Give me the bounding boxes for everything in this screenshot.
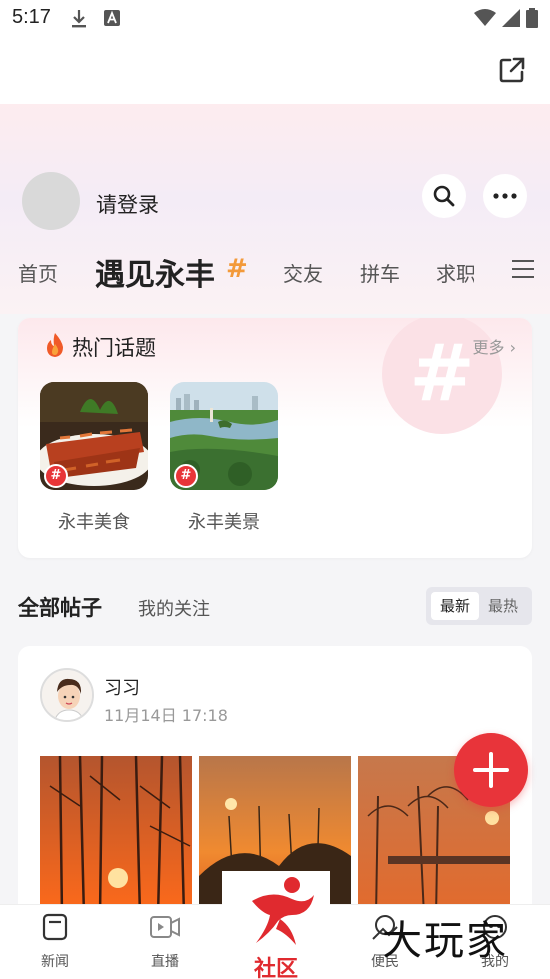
hashtag-icon: # xyxy=(226,254,248,284)
nav-label: 直播 xyxy=(151,954,179,970)
sort-newest-button[interactable]: 最新 xyxy=(431,592,479,620)
hot-topics-card: # 热门话题 更多 › # 永丰美食 # 永丰美景 xyxy=(18,318,532,558)
a-icon xyxy=(104,10,120,26)
create-post-button[interactable] xyxy=(454,733,528,807)
user-avatar[interactable] xyxy=(22,172,80,230)
tab-all-posts[interactable]: 全部帖子 xyxy=(18,592,102,622)
community-logo-icon xyxy=(252,877,314,945)
topic-item[interactable]: # 永丰美食 xyxy=(40,382,148,534)
video-icon xyxy=(150,916,180,938)
nav-community[interactable]: 社区 xyxy=(222,871,330,979)
hashtag-badge-icon: # xyxy=(44,464,68,488)
sort-toggle: 最新 最热 xyxy=(426,587,532,625)
nav-label: 新闻 xyxy=(41,954,69,970)
status-time: 5:17 xyxy=(12,6,51,28)
menu-icon[interactable] xyxy=(512,260,534,280)
download-icon xyxy=(72,10,86,28)
ellipsis-icon xyxy=(493,193,517,199)
hot-topics-title: 热门话题 xyxy=(72,336,156,360)
search-icon xyxy=(433,185,455,207)
tab-jobs[interactable]: 求职 xyxy=(436,258,474,287)
posts-header: 全部帖子 我的关注 最新 最热 xyxy=(0,586,550,626)
topic-item[interactable]: # 永丰美景 xyxy=(170,382,278,534)
tab-carpool[interactable]: 拼车 xyxy=(360,258,400,287)
signal-icon xyxy=(502,9,520,27)
author-name[interactable]: 习习 xyxy=(104,674,140,700)
post-image[interactable] xyxy=(40,756,192,916)
tab-my-follows[interactable]: 我的关注 xyxy=(138,595,210,621)
hashtag-badge-icon: # xyxy=(174,464,198,488)
search-button[interactable] xyxy=(422,174,466,218)
sunset-image xyxy=(40,756,192,916)
news-icon xyxy=(42,913,68,941)
top-action-bar xyxy=(0,38,550,104)
tab-friends[interactable]: 交友 xyxy=(283,258,323,287)
tab-home[interactable]: 首页 xyxy=(18,258,58,287)
battery-icon xyxy=(526,8,538,28)
nav-live[interactable]: 直播 xyxy=(120,913,210,971)
tab-meet-yongfeng[interactable]: 遇见永丰 xyxy=(95,250,215,294)
avatar-illustration xyxy=(42,670,92,720)
share-icon[interactable] xyxy=(498,56,526,84)
wifi-icon xyxy=(474,9,496,26)
login-link[interactable]: 请登录 xyxy=(96,189,159,219)
fire-icon xyxy=(47,333,63,357)
topic-thumbnail: # xyxy=(40,382,148,490)
nav-news[interactable]: 新闻 xyxy=(10,913,100,971)
community-header: 请登录 首页 遇见永丰 # 交友 拼车 求职 xyxy=(0,104,550,314)
watermark: 大玩家 xyxy=(382,918,508,964)
post-time: 11月14日 17:18 xyxy=(104,706,228,725)
tab-jobs-clip: 求职 xyxy=(436,258,474,288)
status-bar: 5:17 xyxy=(0,0,550,38)
more-link[interactable]: 更多 › xyxy=(473,334,517,358)
nav-label: 社区 xyxy=(253,957,298,979)
author-avatar[interactable] xyxy=(40,668,94,722)
topic-label: 永丰美景 xyxy=(188,512,260,533)
channel-tabs: 首页 遇见永丰 # 交友 拼车 求职 xyxy=(0,244,550,294)
topic-label: 永丰美食 xyxy=(58,512,130,533)
sort-hottest-button[interactable]: 最热 xyxy=(479,592,527,620)
more-options-button[interactable] xyxy=(483,174,527,218)
topic-thumbnail: # xyxy=(170,382,278,490)
